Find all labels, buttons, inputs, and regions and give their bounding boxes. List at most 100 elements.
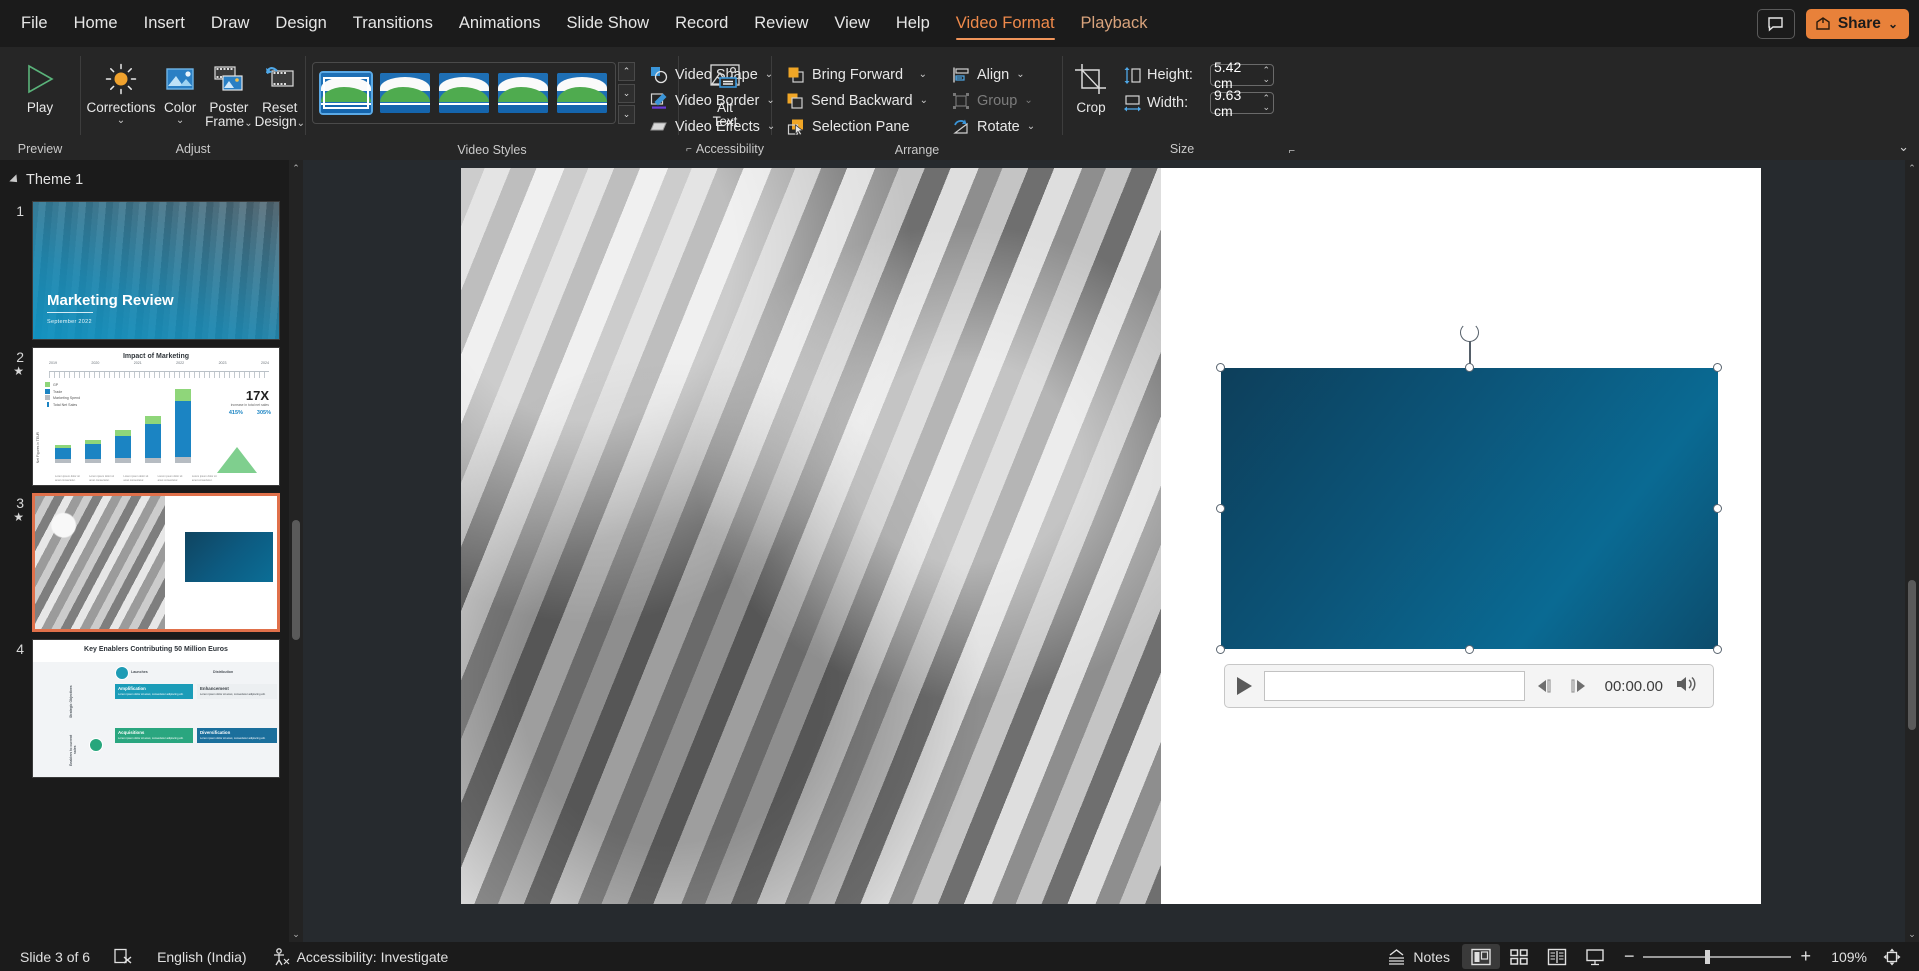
video-style-option-3[interactable] — [439, 73, 489, 113]
thumbnail-image-4[interactable]: Key Enablers Contributing 50 Million Eur… — [32, 639, 280, 778]
reading-view-button[interactable] — [1538, 944, 1576, 969]
height-input[interactable]: 5.42 cm ⌃ ⌄ — [1210, 59, 1274, 91]
width-input[interactable]: 9.63 cm ⌃ ⌄ — [1210, 87, 1274, 119]
corrections-button[interactable]: Corrections ⌄ — [86, 54, 156, 126]
video-object[interactable] — [1221, 368, 1718, 649]
panel-scroll-up-icon[interactable]: ⌃ — [289, 160, 303, 176]
media-control-bar[interactable]: 00:00.00 — [1224, 664, 1714, 708]
thumbnail-image-3[interactable] — [32, 493, 280, 632]
selection-pane-button[interactable]: Selection Pane — [780, 114, 933, 139]
fit-slide-button[interactable] — [1873, 944, 1911, 969]
menu-item-insert[interactable]: Insert — [131, 0, 198, 47]
expand-triangle-icon[interactable] — [9, 174, 21, 186]
slide-panel-scrollbar[interactable]: ⌃ ⌄ — [289, 160, 303, 942]
slide-count-indicator[interactable]: Slide 3 of 6 — [8, 942, 102, 971]
reset-design-button[interactable]: Reset Design⌄ — [255, 54, 305, 129]
media-progress-bar[interactable] — [1264, 671, 1525, 701]
share-button[interactable]: Share ⌄ — [1805, 8, 1909, 39]
zoom-slider[interactable]: − + — [1614, 946, 1821, 967]
slide-thumbnail-3[interactable]: 3 ★ — [0, 493, 303, 632]
video-style-option-1[interactable] — [319, 71, 373, 115]
chevron-down-icon[interactable]: ⌄ — [297, 118, 305, 129]
gallery-more-icon[interactable]: ⌄ — [618, 105, 635, 124]
slide-thumbnail-4[interactable]: 4 Key Enablers Contributing 50 Million E… — [0, 639, 303, 778]
menu-item-video-format[interactable]: Video Format — [943, 0, 1068, 47]
align-button[interactable]: Align ⌄ — [945, 62, 1043, 87]
menu-item-transitions[interactable]: Transitions — [340, 0, 446, 47]
spellcheck-status[interactable] — [102, 942, 145, 971]
language-indicator[interactable]: English (India) — [145, 942, 259, 971]
photo-collage-image[interactable] — [461, 168, 1161, 904]
chevron-down-icon[interactable]: ⌄ — [176, 116, 184, 126]
menu-item-draw[interactable]: Draw — [198, 0, 263, 47]
current-slide[interactable]: 00:00.00 — [461, 168, 1761, 904]
rotate-handle[interactable] — [1460, 323, 1479, 342]
menu-item-help[interactable]: Help — [883, 0, 943, 47]
collapse-ribbon-button[interactable]: ⌄ — [1898, 139, 1909, 155]
resize-handle-nw[interactable] — [1216, 363, 1225, 372]
panel-scroll-thumb[interactable] — [292, 520, 300, 640]
resize-handle-s[interactable] — [1465, 645, 1474, 654]
video-style-option-4[interactable] — [498, 73, 548, 113]
video-style-option-2[interactable] — [380, 73, 430, 113]
thumbnail-image-1[interactable]: Marketing Review September 2022 — [32, 201, 280, 340]
canvas-scrollbar[interactable]: ⌃ ⌄ — [1905, 160, 1919, 942]
zoom-level[interactable]: 109% — [1821, 949, 1867, 965]
menu-item-record[interactable]: Record — [662, 0, 741, 47]
canvas-scroll-down-icon[interactable]: ⌄ — [1905, 926, 1919, 942]
chevron-down-icon[interactable]: ⌄ — [1016, 69, 1024, 79]
chevron-down-icon[interactable]: ⌄ — [244, 118, 252, 129]
send-backward-button[interactable]: Send Backward ⌄ — [780, 88, 933, 113]
resize-handle-sw[interactable] — [1216, 645, 1225, 654]
zoom-out-button[interactable]: − — [1624, 946, 1635, 967]
chevron-down-icon[interactable]: ⌄ — [1027, 121, 1035, 131]
menu-item-slide-show[interactable]: Slide Show — [554, 0, 663, 47]
alt-text-button[interactable]: Alt Text — [691, 54, 759, 129]
step-backward-button[interactable] — [1537, 678, 1559, 694]
zoom-in-button[interactable]: + — [1800, 946, 1811, 967]
gallery-scroll-down-icon[interactable]: ⌄ — [618, 83, 635, 103]
slide-thumbnail-2[interactable]: 2 ★ Impact of Marketing 2019 2020 2021 2… — [0, 347, 303, 486]
poster-frame-button[interactable]: Poster Frame⌄ — [205, 54, 253, 129]
chevron-down-icon[interactable]: ⌄ — [117, 116, 125, 126]
play-button[interactable]: Play — [6, 54, 74, 115]
accessibility-indicator[interactable]: Accessibility: Investigate — [259, 942, 461, 971]
animation-star-icon[interactable]: ★ — [0, 511, 24, 523]
canvas-scroll-thumb[interactable] — [1908, 580, 1916, 730]
slide-sorter-button[interactable] — [1500, 944, 1538, 969]
volume-button[interactable] — [1675, 675, 1701, 698]
size-dialog-launcher[interactable]: ⌐ — [1289, 145, 1295, 157]
menu-item-playback[interactable]: Playback — [1068, 0, 1161, 47]
menu-item-review[interactable]: Review — [741, 0, 821, 47]
zoom-track[interactable] — [1643, 949, 1792, 964]
animation-star-icon[interactable]: ★ — [0, 365, 24, 377]
comments-button[interactable] — [1756, 8, 1795, 39]
menu-item-home[interactable]: Home — [61, 0, 131, 47]
canvas-scroll-up-icon[interactable]: ⌃ — [1905, 160, 1919, 176]
spin-down-icon[interactable]: ⌄ — [1262, 103, 1270, 112]
resize-handle-ne[interactable] — [1713, 363, 1722, 372]
slide-show-button[interactable] — [1576, 944, 1614, 969]
slide-thumbnail-1[interactable]: 1 Marketing Review September 2022 — [0, 201, 303, 340]
height-stepper[interactable]: ⌃ ⌄ — [1262, 66, 1270, 84]
media-play-icon[interactable] — [1237, 677, 1252, 695]
resize-handle-w[interactable] — [1216, 504, 1225, 513]
menu-item-design[interactable]: Design — [262, 0, 339, 47]
resize-handle-e[interactable] — [1713, 504, 1722, 513]
video-styles-gallery[interactable] — [312, 62, 616, 124]
menu-item-file[interactable]: File — [8, 0, 61, 47]
theme-section-header[interactable]: Theme 1 — [0, 168, 303, 194]
zoom-knob[interactable] — [1705, 949, 1711, 964]
notes-button[interactable]: Notes — [1375, 942, 1462, 971]
slide-thumbnail-panel[interactable]: Theme 1 1 Marketing Review September 202… — [0, 160, 303, 942]
video-styles-scroll[interactable]: ⌃ ⌄ ⌄ — [618, 62, 635, 124]
dialog-launcher-icon[interactable]: ⌐ — [686, 144, 692, 155]
resize-handle-n[interactable] — [1465, 363, 1474, 372]
crop-button[interactable]: Crop — [1063, 54, 1119, 115]
bring-forward-button[interactable]: Bring Forward ⌄ — [780, 62, 933, 87]
chevron-down-icon[interactable]: ⌄ — [920, 95, 928, 105]
gallery-scroll-up-icon[interactable]: ⌃ — [618, 62, 635, 81]
resize-handle-se[interactable] — [1713, 645, 1722, 654]
rotate-button[interactable]: Rotate ⌄ — [945, 114, 1043, 139]
spin-down-icon[interactable]: ⌄ — [1262, 75, 1270, 84]
